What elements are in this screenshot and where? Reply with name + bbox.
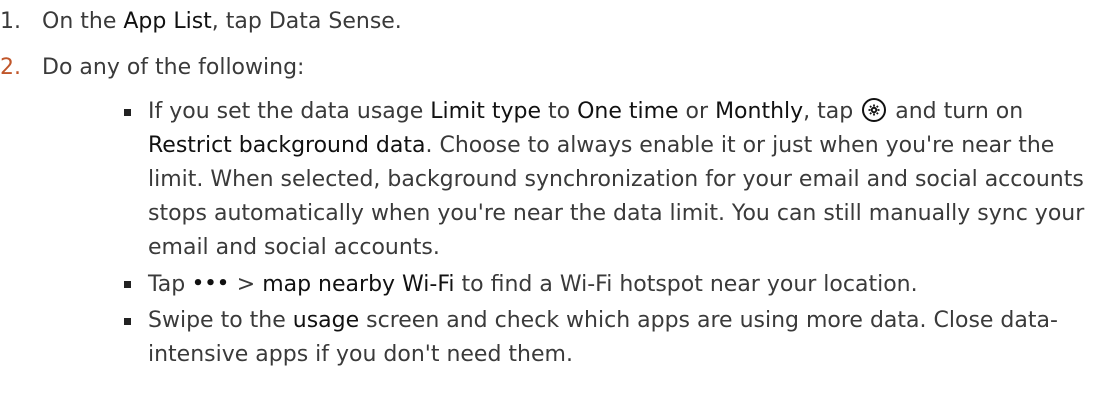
- list-item: If you set the data usage Limit type to …: [124, 95, 1104, 265]
- step-1: 1. On the App List, tap Data Sense.: [0, 5, 1100, 39]
- map-nearby-wifi-term: map nearby Wi-Fi: [262, 272, 455, 297]
- step-text: Do any of the following:: [42, 55, 305, 80]
- bullet-text: >: [229, 272, 263, 297]
- settings-gear-icon: [862, 98, 887, 122]
- bullet-text: to: [540, 99, 578, 124]
- step-number: 1.: [0, 9, 21, 34]
- list-item: Swipe to the usage screen and check whic…: [124, 304, 1104, 372]
- options-list: If you set the data usage Limit type to …: [124, 95, 1104, 374]
- step-number: 2.: [0, 55, 21, 80]
- bullet-text: or: [678, 99, 716, 124]
- more-options-icon: •••: [192, 273, 230, 294]
- limit-type-term: Limit type: [430, 99, 541, 124]
- step-2: 2. Do any of the following:: [0, 51, 1100, 85]
- bullet-text: , tap: [803, 99, 861, 124]
- bullet-text: and turn on: [888, 99, 1024, 124]
- instructions-document: 1. On the App List, tap Data Sense. 2. Do …: [0, 0, 1105, 416]
- bullet-text: to find a Wi-Fi hotspot near your locati…: [454, 272, 918, 297]
- bullet-text: Swipe to the: [148, 308, 293, 333]
- monthly-term: Monthly: [715, 99, 804, 124]
- step-text: On the: [42, 9, 124, 34]
- step-text: , tap Data Sense.: [211, 9, 402, 34]
- bullet-text: If you set the data usage: [148, 99, 431, 124]
- list-item: Tap ••• > map nearby Wi-Fi to find a Wi-…: [124, 267, 1104, 302]
- app-list-term: App List: [123, 9, 212, 34]
- one-time-term: One time: [577, 99, 679, 124]
- restrict-background-data-term: Restrict background data: [148, 133, 426, 158]
- bullet-text: Tap: [148, 272, 193, 297]
- usage-term: usage: [292, 308, 360, 333]
